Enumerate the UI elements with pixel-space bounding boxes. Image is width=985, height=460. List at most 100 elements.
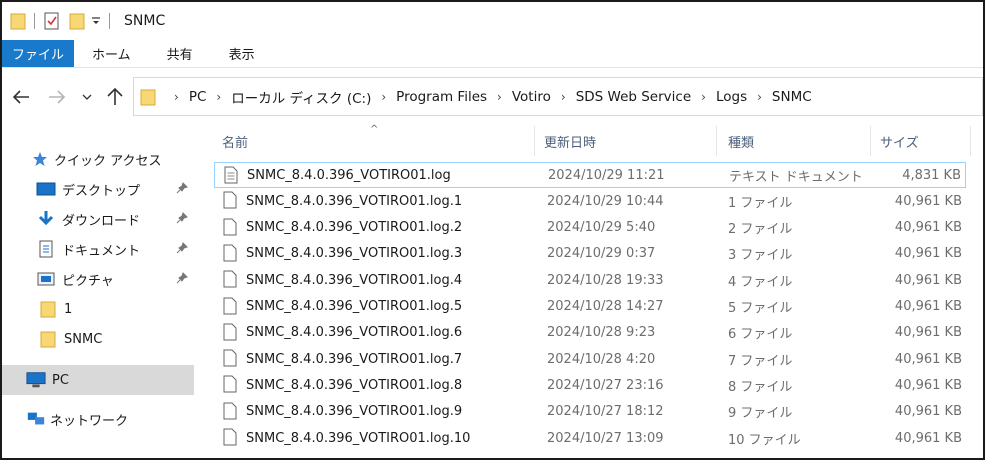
documents-icon — [36, 239, 56, 259]
table-row[interactable]: SNMC_8.4.0.396_VOTIRO01.log.4 2024/10/28 … — [214, 267, 966, 293]
tab-file[interactable]: ファイル — [2, 40, 75, 67]
nav-label: ピクチャ — [62, 273, 114, 289]
breadcrumb-votiro[interactable]: Votiro — [512, 89, 551, 105]
pin-icon[interactable] — [176, 182, 188, 198]
table-row[interactable]: SNMC_8.4.0.396_VOTIRO01.log.8 2024/10/27 … — [214, 372, 966, 398]
file-type: 2 ファイル — [728, 222, 793, 238]
folder-icon[interactable] — [10, 10, 26, 32]
file-list: ^ 名前 更新日時 種類 サイズ SNMC_8.4.0.396_VOTIRO01… — [214, 124, 974, 458]
column-divider[interactable] — [534, 126, 535, 156]
column-divider[interactable] — [870, 126, 871, 156]
nav-pictures[interactable]: ピクチャ — [2, 264, 194, 294]
file-icon — [223, 218, 237, 240]
file-type: 10 ファイル — [728, 432, 801, 448]
pin-icon[interactable] — [176, 242, 188, 258]
table-row[interactable]: SNMC_8.4.0.396_VOTIRO01.log 2024/10/29 11… — [214, 162, 966, 188]
file-type: 1 ファイル — [728, 195, 793, 211]
recent-locations-button[interactable] — [74, 84, 100, 110]
file-icon — [223, 349, 237, 371]
column-header-size[interactable]: サイズ — [880, 126, 970, 156]
table-row[interactable]: SNMC_8.4.0.396_VOTIRO01.log.1 2024/10/29 … — [214, 188, 966, 214]
table-row[interactable]: SNMC_8.4.0.396_VOTIRO01.log.6 2024/10/28 … — [214, 320, 966, 346]
nav-pc[interactable]: PC — [2, 365, 194, 395]
column-header-name[interactable]: 名前 — [222, 126, 532, 156]
file-size: 40,961 KB — [894, 299, 962, 314]
tab-view[interactable]: 表示 — [211, 40, 273, 67]
file-modified-date: 2024/10/29 11:21 — [548, 167, 665, 183]
table-row[interactable]: SNMC_8.4.0.396_VOTIRO01.log.10 2024/10/27… — [214, 425, 966, 451]
file-type: 5 ファイル — [728, 301, 793, 316]
navigation-row: › PC › ローカル ディスク (C:) › Program Files › … — [2, 68, 983, 126]
customize-toolbar-icon[interactable] — [91, 10, 101, 32]
chevron-right-icon: › — [174, 89, 179, 104]
column-divider[interactable] — [970, 126, 971, 156]
nav-documents[interactable]: ドキュメント — [2, 234, 194, 264]
pin-icon[interactable] — [176, 272, 188, 288]
up-button[interactable] — [102, 84, 128, 110]
file-icon — [223, 375, 237, 397]
breadcrumb-sds-web-service[interactable]: SDS Web Service — [576, 89, 691, 105]
file-name: SNMC_8.4.0.396_VOTIRO01.log.2 — [246, 220, 463, 236]
address-bar[interactable]: › PC › ローカル ディスク (C:) › Program Files › … — [133, 77, 983, 116]
file-modified-date: 2024/10/28 19:33 — [547, 272, 664, 288]
table-row[interactable]: SNMC_8.4.0.396_VOTIRO01.log.7 2024/10/28 … — [214, 346, 966, 372]
desktop-icon — [36, 179, 56, 199]
file-modified-date: 2024/10/27 13:09 — [547, 430, 664, 446]
file-icon — [223, 402, 237, 424]
nav-downloads[interactable]: ダウンロード — [2, 204, 194, 234]
nav-network[interactable]: ネットワーク — [2, 404, 194, 434]
file-modified-date: 2024/10/29 5:40 — [547, 220, 656, 236]
breadcrumb-local-disk[interactable]: ローカル ディスク (C:) — [231, 87, 371, 107]
nav-desktop[interactable]: デスクトップ — [2, 174, 194, 204]
chevron-right-icon[interactable]: › — [561, 90, 566, 104]
star-icon — [30, 149, 50, 169]
table-row[interactable]: SNMC_8.4.0.396_VOTIRO01.log.2 2024/10/29 … — [214, 215, 966, 241]
forward-button[interactable] — [44, 84, 70, 110]
column-header-type[interactable]: 種類 — [728, 126, 868, 156]
new-folder-icon[interactable] — [69, 10, 85, 32]
pin-icon[interactable] — [176, 212, 188, 228]
file-name: SNMC_8.4.0.396_VOTIRO01.log.3 — [246, 246, 463, 262]
back-button[interactable] — [8, 84, 34, 110]
column-divider[interactable] — [716, 126, 717, 156]
file-name: SNMC_8.4.0.396_VOTIRO01.log.9 — [246, 404, 463, 420]
nav-folder-snmc[interactable]: SNMC — [2, 324, 194, 354]
chevron-right-icon[interactable]: › — [701, 90, 706, 104]
nav-label: 1 — [64, 301, 73, 317]
file-name: SNMC_8.4.0.396_VOTIRO01.log.5 — [246, 299, 463, 314]
breadcrumb-pc[interactable]: PC — [189, 89, 207, 105]
table-row[interactable]: SNMC_8.4.0.396_VOTIRO01.log.3 2024/10/29 … — [214, 241, 966, 267]
network-icon — [26, 409, 46, 429]
properties-icon[interactable] — [43, 10, 61, 32]
file-size: 40,961 KB — [894, 220, 962, 236]
nav-quick-access[interactable]: クイック アクセス — [2, 144, 194, 174]
chevron-right-icon[interactable]: › — [757, 90, 762, 104]
table-row[interactable]: SNMC_8.4.0.396_VOTIRO01.log.5 2024/10/28 … — [214, 294, 966, 320]
table-row[interactable]: SNMC_8.4.0.396_VOTIRO01.log.9 2024/10/27 … — [214, 399, 966, 425]
file-size: 40,961 KB — [894, 325, 962, 341]
computer-icon — [26, 370, 46, 390]
file-name: SNMC_8.4.0.396_VOTIRO01.log.6 — [246, 325, 463, 341]
nav-label: ダウンロード — [62, 213, 141, 229]
chevron-right-icon[interactable]: › — [381, 90, 386, 104]
column-header-date[interactable]: 更新日時 — [544, 126, 714, 156]
file-modified-date: 2024/10/29 0:37 — [547, 246, 656, 262]
nav-label: ドキュメント — [62, 243, 141, 259]
pictures-icon — [36, 269, 56, 289]
chevron-right-icon[interactable]: › — [497, 90, 502, 104]
file-name: SNMC_8.4.0.396_VOTIRO01.log.1 — [246, 193, 463, 209]
file-modified-date: 2024/10/28 4:20 — [547, 351, 656, 367]
breadcrumb-snmc[interactable]: SNMC — [772, 89, 812, 105]
file-icon — [223, 244, 237, 266]
chevron-right-icon[interactable]: › — [216, 90, 221, 104]
toolbar-divider — [109, 13, 110, 29]
tab-share[interactable]: 共有 — [149, 40, 211, 67]
tab-home[interactable]: ホーム — [74, 40, 149, 67]
breadcrumb-program-files[interactable]: Program Files — [396, 89, 487, 105]
folder-icon — [140, 87, 156, 107]
nav-label: クイック アクセス — [54, 153, 162, 169]
file-name: SNMC_8.4.0.396_VOTIRO01.log.10 — [246, 430, 471, 446]
nav-label: PC — [52, 372, 69, 388]
breadcrumb-logs[interactable]: Logs — [716, 89, 747, 105]
nav-folder-1[interactable]: 1 — [2, 294, 194, 324]
